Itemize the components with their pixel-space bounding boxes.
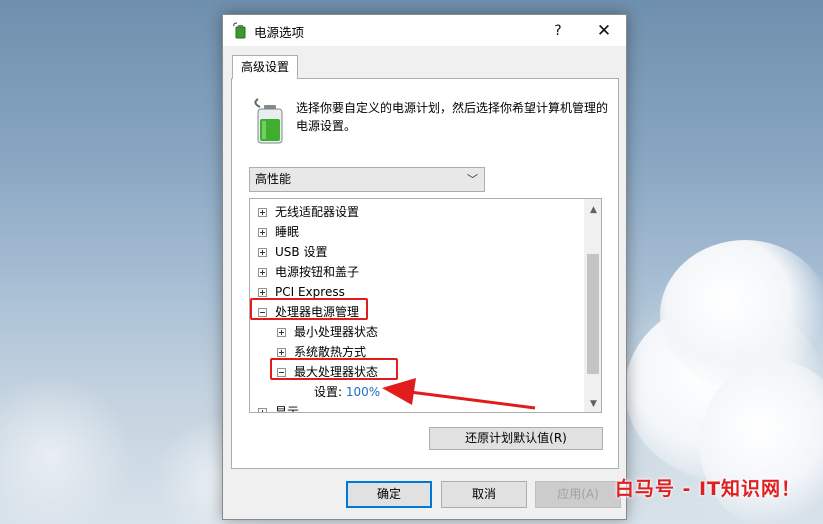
power-plan-select[interactable]: 高性能 ﹀: [249, 167, 485, 192]
restore-defaults-button[interactable]: 还原计划默认值(R): [429, 427, 603, 450]
chevron-down-icon: ﹀: [467, 173, 478, 186]
apply-button[interactable]: 应用(A): [535, 481, 621, 508]
highlight-max-processor-box: [270, 358, 398, 380]
power-plan-icon: [233, 22, 246, 39]
expand-plus-icon[interactable]: [277, 328, 286, 337]
tree-item-usb[interactable]: USB 设置: [258, 242, 327, 262]
title-bar[interactable]: 电源选项 ? ✕: [223, 15, 626, 46]
tree-item-setting-value[interactable]: 设置: 100%: [314, 382, 380, 402]
setting-label: 设置:: [314, 385, 343, 399]
tree-item-wireless[interactable]: 无线适配器设置: [258, 202, 359, 222]
description-text: 选择你要自定义的电源计划，然后选择你希望计算机管理的电源设置。: [296, 101, 609, 133]
scroll-up-icon[interactable]: ▲: [585, 201, 601, 218]
power-plan-select-value: 高性能: [255, 172, 292, 186]
expand-plus-icon[interactable]: [258, 228, 267, 237]
tree-item-sleep[interactable]: 睡眠: [258, 222, 299, 242]
scroll-down-icon[interactable]: ▼: [585, 395, 601, 412]
battery-plan-icon: [254, 98, 283, 144]
window-title: 电源选项: [254, 25, 305, 40]
highlight-processor-power-box: [250, 298, 368, 320]
tree-item-display[interactable]: 显示: [258, 402, 299, 412]
cancel-button[interactable]: 取消: [441, 481, 527, 508]
tab-advanced-settings[interactable]: 高级设置: [232, 55, 299, 79]
tree-scrollbar[interactable]: ▲ ▼: [584, 199, 601, 412]
scrollbar-thumb[interactable]: [587, 254, 599, 374]
tree-item-power-buttons[interactable]: 电源按钮和盖子: [258, 262, 359, 282]
expand-plus-icon[interactable]: [258, 208, 267, 217]
setting-value[interactable]: 100%: [346, 385, 380, 399]
expand-plus-icon[interactable]: [258, 288, 267, 297]
watermark-text: 白马号 - IT知识网！: [614, 478, 801, 500]
close-button[interactable]: ✕: [582, 15, 626, 46]
expand-plus-icon[interactable]: [258, 408, 267, 412]
tree-item-min-processor-state[interactable]: 最小处理器状态: [277, 322, 378, 342]
ok-button[interactable]: 确定: [346, 481, 432, 508]
expand-plus-icon[interactable]: [258, 248, 267, 257]
help-button[interactable]: ?: [536, 15, 580, 46]
power-options-dialog: 电源选项 ? ✕ 高级设置 选择你要自定义的电源计划，然后选择你希望计算机管理的…: [222, 14, 627, 520]
expand-plus-icon[interactable]: [277, 348, 286, 357]
expand-plus-icon[interactable]: [258, 268, 267, 277]
advanced-settings-panel: 选择你要自定义的电源计划，然后选择你希望计算机管理的电源设置。 高性能 ﹀ 无线…: [231, 78, 619, 469]
